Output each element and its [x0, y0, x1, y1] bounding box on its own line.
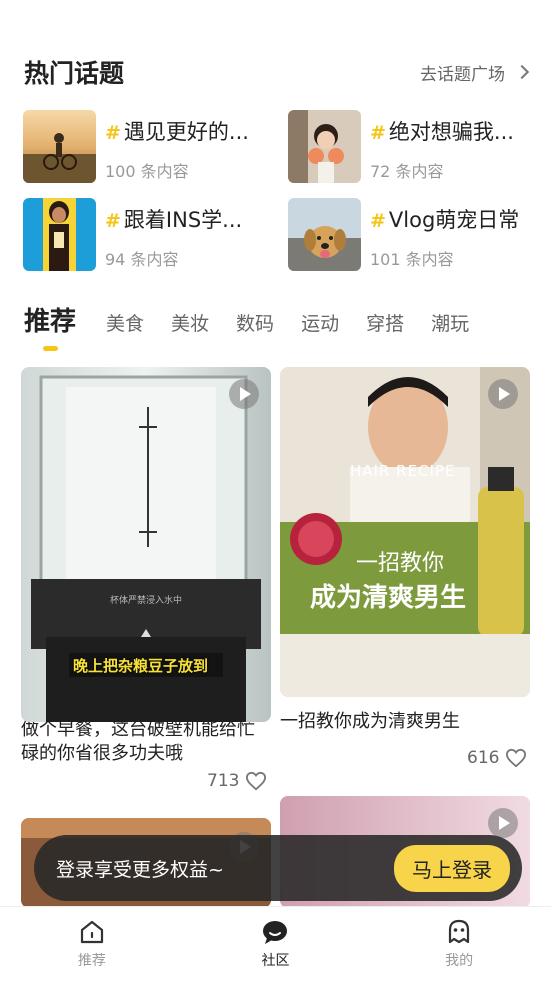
topic-count: 100 条内容 [105, 162, 189, 181]
nav-label: 社区 [261, 953, 290, 969]
play-icon [488, 379, 518, 409]
topic-square-link[interactable]: 去话题广场 [420, 60, 530, 85]
overlay-line-2: 成为清爽男生 [310, 583, 467, 613]
topic-title: 遇见更好的... [123, 120, 249, 144]
topic-thumbnail-ins-girl [23, 198, 96, 271]
nav-item-recommend[interactable]: 推荐 [32, 918, 152, 970]
topic-square-label: 去话题广场 [420, 64, 505, 85]
topic-count: 101 条内容 [370, 250, 454, 269]
tab-recommend[interactable]: 推荐 [24, 301, 76, 340]
nav-label: 我的 [445, 953, 474, 969]
nav-item-community[interactable]: 社区 [215, 918, 335, 970]
tab-sports[interactable]: 运动 [301, 309, 339, 340]
topic-thumbnail-girl-grapefruit [288, 110, 361, 183]
brand-text: HAIR RECIPE [350, 462, 456, 480]
feed-card-blender[interactable]: 杯体严禁浸入水中 晚上把杂粮豆子放到 做个早餐，这台破壁机能给忙碌的你省很多功夫… [21, 367, 271, 766]
topic-count: 72 条内容 [370, 162, 444, 181]
login-prompt-text: 登录享受更多权益~ [56, 858, 224, 881]
heart-icon [506, 748, 527, 768]
login-banner: 登录享受更多权益~ 马上登录 [34, 835, 522, 901]
video-caption: 晚上把杂粮豆子放到 [73, 657, 209, 675]
category-tabs: 推荐 美食 美妆 数码 运动 穿搭 潮玩 [24, 300, 534, 340]
active-tab-indicator [43, 346, 58, 351]
house-icon [80, 920, 103, 944]
like-count-text: 616 [467, 748, 500, 768]
hash-icon: # [370, 122, 386, 144]
cup-warning-text: 杯体严禁浸入水中 [110, 594, 182, 606]
login-button[interactable]: 马上登录 [394, 844, 510, 892]
chevron-right-icon [514, 64, 530, 80]
topic-thumbnail-golden-retriever [288, 198, 361, 271]
topic-count: 94 条内容 [105, 250, 179, 269]
overlay-line-1: 一招教你 [356, 551, 445, 576]
hash-icon: # [105, 122, 121, 144]
tab-food[interactable]: 美食 [106, 309, 144, 340]
nav-item-mine[interactable]: 我的 [399, 918, 519, 970]
tab-trendy-toys[interactable]: 潮玩 [431, 309, 469, 340]
nav-label: 推荐 [77, 953, 106, 969]
topic-title: Vlog萌宠日常 [388, 208, 520, 232]
ghost-face-icon [449, 919, 470, 944]
hash-icon: # [370, 210, 386, 232]
topic-title: 绝对想骗我... [388, 120, 514, 144]
bottom-nav: 推荐 社区 我的 [0, 906, 551, 981]
topic-thumbnail-cyclist [23, 110, 96, 183]
chat-bubble-icon [263, 921, 288, 944]
heart-icon [246, 771, 267, 791]
card-title: 做个早餐，这台破壁机能给忙碌的你省很多功夫哦 [21, 719, 255, 764]
like-count-1[interactable]: 713 [207, 771, 267, 791]
hot-topics-header: 热门话题 去话题广场 [24, 52, 530, 92]
play-icon [229, 379, 259, 409]
play-icon [488, 808, 518, 838]
tab-outfit[interactable]: 穿搭 [366, 309, 404, 340]
tab-digital[interactable]: 数码 [236, 309, 274, 340]
hash-icon: # [105, 210, 121, 232]
hot-topics-title: 热门话题 [24, 59, 125, 88]
card-image-blender: 杯体严禁浸入水中 晚上把杂粮豆子放到 [21, 367, 271, 722]
topic-item-2[interactable]: # 绝对想骗我... 72 条内容 [288, 110, 530, 183]
topic-item-4[interactable]: # Vlog萌宠日常 101 条内容 [288, 198, 530, 271]
card-title: 一招教你成为清爽男生 [280, 711, 460, 732]
like-count-text: 713 [207, 771, 240, 791]
topic-item-3[interactable]: # 跟着INS学... 94 条内容 [23, 198, 265, 271]
card-image-hair-recipe: HAIR RECIPE 一招教你 成为清爽男生 [280, 367, 530, 697]
topic-title: 跟着INS学... [123, 208, 243, 232]
feed-card-hair-recipe[interactable]: HAIR RECIPE 一招教你 成为清爽男生 一招教你成为清爽男生 [280, 367, 530, 734]
tab-beauty[interactable]: 美妆 [171, 309, 209, 340]
topic-item-1[interactable]: # 遇见更好的... 100 条内容 [23, 110, 265, 183]
like-count-2[interactable]: 616 [467, 748, 527, 768]
